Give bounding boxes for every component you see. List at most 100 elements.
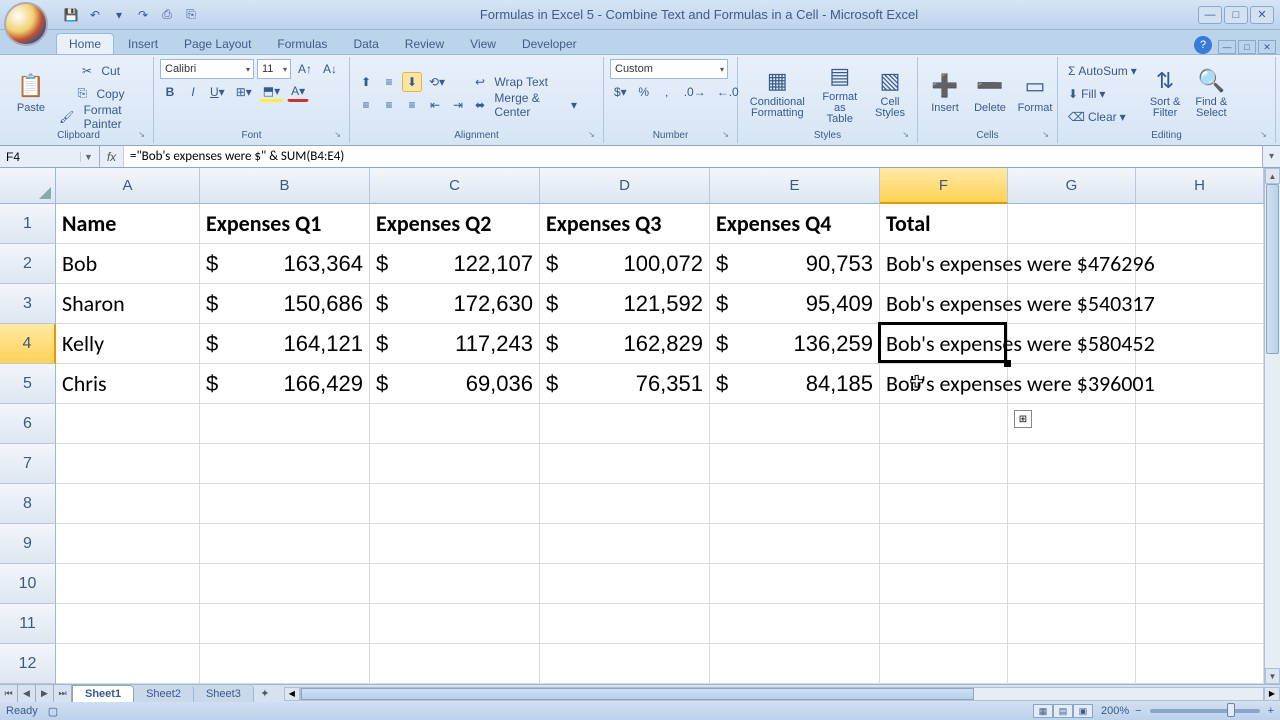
cell[interactable]	[1136, 524, 1264, 564]
sort-filter-button[interactable]: ⇅Sort & Filter	[1144, 66, 1187, 121]
column-header[interactable]: F	[880, 168, 1008, 204]
macro-record-icon[interactable]: ▢	[48, 705, 58, 718]
cell[interactable]	[1008, 484, 1136, 524]
cell[interactable]	[880, 644, 1008, 684]
cell[interactable]	[1136, 604, 1264, 644]
scroll-thumb[interactable]	[1266, 184, 1279, 354]
cell[interactable]	[56, 404, 200, 444]
cell[interactable]	[880, 444, 1008, 484]
sheet-tab[interactable]: Sheet1	[72, 685, 134, 702]
zoom-out-button[interactable]: −	[1135, 705, 1141, 717]
cell[interactable]	[880, 604, 1008, 644]
format-cells-button[interactable]: ▭Format	[1014, 71, 1056, 116]
row-header[interactable]: 12	[0, 644, 56, 684]
font-color-button[interactable]: A▾	[287, 82, 309, 102]
zoom-in-button[interactable]: +	[1268, 705, 1274, 717]
cell[interactable]	[1008, 644, 1136, 684]
cell[interactable]: $100,072	[540, 244, 710, 284]
increase-decimal-button[interactable]: .0→	[680, 82, 710, 102]
scroll-left-button[interactable]: ◀	[284, 687, 300, 701]
cell[interactable]: $166,429	[200, 364, 370, 404]
cell[interactable]	[1136, 204, 1264, 244]
cell[interactable]	[56, 484, 200, 524]
cell[interactable]	[710, 404, 880, 444]
cell[interactable]	[370, 404, 540, 444]
currency-button[interactable]: $▾	[610, 82, 631, 102]
percent-button[interactable]: %	[634, 82, 654, 102]
cell[interactable]	[1136, 444, 1264, 484]
decrease-indent-button[interactable]: ⇤	[425, 95, 445, 115]
cell[interactable]	[1136, 324, 1264, 364]
grow-font-button[interactable]: A↑	[294, 59, 316, 79]
fx-button[interactable]: fx	[100, 146, 124, 167]
cell[interactable]: $150,686	[200, 284, 370, 324]
cell[interactable]: Kelly	[56, 324, 200, 364]
cell[interactable]: $121,592	[540, 284, 710, 324]
cell[interactable]: $84,185	[710, 364, 880, 404]
fill-handle[interactable]	[1004, 360, 1011, 367]
cell[interactable]: $162,829	[540, 324, 710, 364]
cell[interactable]	[540, 604, 710, 644]
merge-center-button[interactable]: ⬌ Merge & Center▾	[471, 95, 581, 115]
format-painter-button[interactable]: 🖌 Format Painter	[55, 107, 147, 127]
copy-button[interactable]: ⎘ Copy	[55, 84, 147, 104]
cell[interactable]	[200, 484, 370, 524]
cell[interactable]	[200, 644, 370, 684]
cell[interactable]	[56, 524, 200, 564]
cut-button[interactable]: ✂ Cut	[55, 61, 147, 81]
cell[interactable]: Expenses Q2	[370, 204, 540, 244]
tab-home[interactable]: Home	[56, 33, 114, 54]
comma-button[interactable]: ,	[657, 82, 677, 102]
ribbon-minimize-button[interactable]: —	[1218, 40, 1236, 54]
expand-formula-bar-button[interactable]: ▾	[1262, 146, 1280, 167]
align-middle-button[interactable]: ≡	[379, 72, 399, 92]
cell[interactable]: Bob's expenses were $580452	[880, 324, 1008, 364]
row-header[interactable]: 11	[0, 604, 56, 644]
cell[interactable]	[1008, 444, 1136, 484]
cell[interactable]	[370, 604, 540, 644]
select-all-button[interactable]	[0, 168, 56, 204]
cell[interactable]: $117,243	[370, 324, 540, 364]
column-header[interactable]: A	[56, 168, 200, 204]
redo-icon[interactable]: ↷	[134, 6, 152, 24]
tab-developer[interactable]: Developer	[510, 34, 589, 54]
cell[interactable]: $136,259	[710, 324, 880, 364]
cell[interactable]	[1136, 644, 1264, 684]
cell[interactable]	[370, 524, 540, 564]
cell[interactable]	[1008, 204, 1136, 244]
cell[interactable]: Expenses Q4	[710, 204, 880, 244]
cell[interactable]: Sharon	[56, 284, 200, 324]
autosum-button[interactable]: Σ AutoSum▾	[1064, 61, 1141, 81]
cell[interactable]	[1008, 524, 1136, 564]
cell[interactable]	[710, 604, 880, 644]
cell[interactable]	[1136, 404, 1264, 444]
cell[interactable]	[540, 404, 710, 444]
spreadsheet-grid[interactable]: ABCDEFGH 123456789101112 NameExpenses Q1…	[0, 168, 1264, 684]
row-header[interactable]: 9	[0, 524, 56, 564]
cell[interactable]	[710, 444, 880, 484]
insert-cells-button[interactable]: ➕Insert	[924, 71, 966, 116]
cell[interactable]	[880, 524, 1008, 564]
column-header[interactable]: E	[710, 168, 880, 204]
cell[interactable]: $90,753	[710, 244, 880, 284]
formula-input[interactable]	[124, 146, 1262, 167]
align-right-button[interactable]: ≡	[402, 95, 422, 115]
font-family-select[interactable]: Calibri	[160, 59, 254, 79]
cell[interactable]	[56, 644, 200, 684]
cell-styles-button[interactable]: ▧Cell Styles	[869, 66, 911, 121]
cell[interactable]	[200, 524, 370, 564]
cell[interactable]	[540, 444, 710, 484]
column-header[interactable]: B	[200, 168, 370, 204]
fill-color-button[interactable]: ⬒▾	[259, 82, 284, 102]
cell[interactable]	[56, 564, 200, 604]
cell[interactable]	[710, 524, 880, 564]
column-header[interactable]: C	[370, 168, 540, 204]
cell[interactable]	[540, 644, 710, 684]
paste-button[interactable]: 📋Paste	[10, 71, 52, 116]
next-sheet-button[interactable]: ▶	[36, 685, 54, 702]
cell[interactable]: Total	[880, 204, 1008, 244]
cell[interactable]	[540, 524, 710, 564]
format-as-table-button[interactable]: ▤Format as Table	[814, 61, 866, 127]
cell[interactable]	[370, 444, 540, 484]
last-sheet-button[interactable]: ⏭	[54, 685, 72, 702]
